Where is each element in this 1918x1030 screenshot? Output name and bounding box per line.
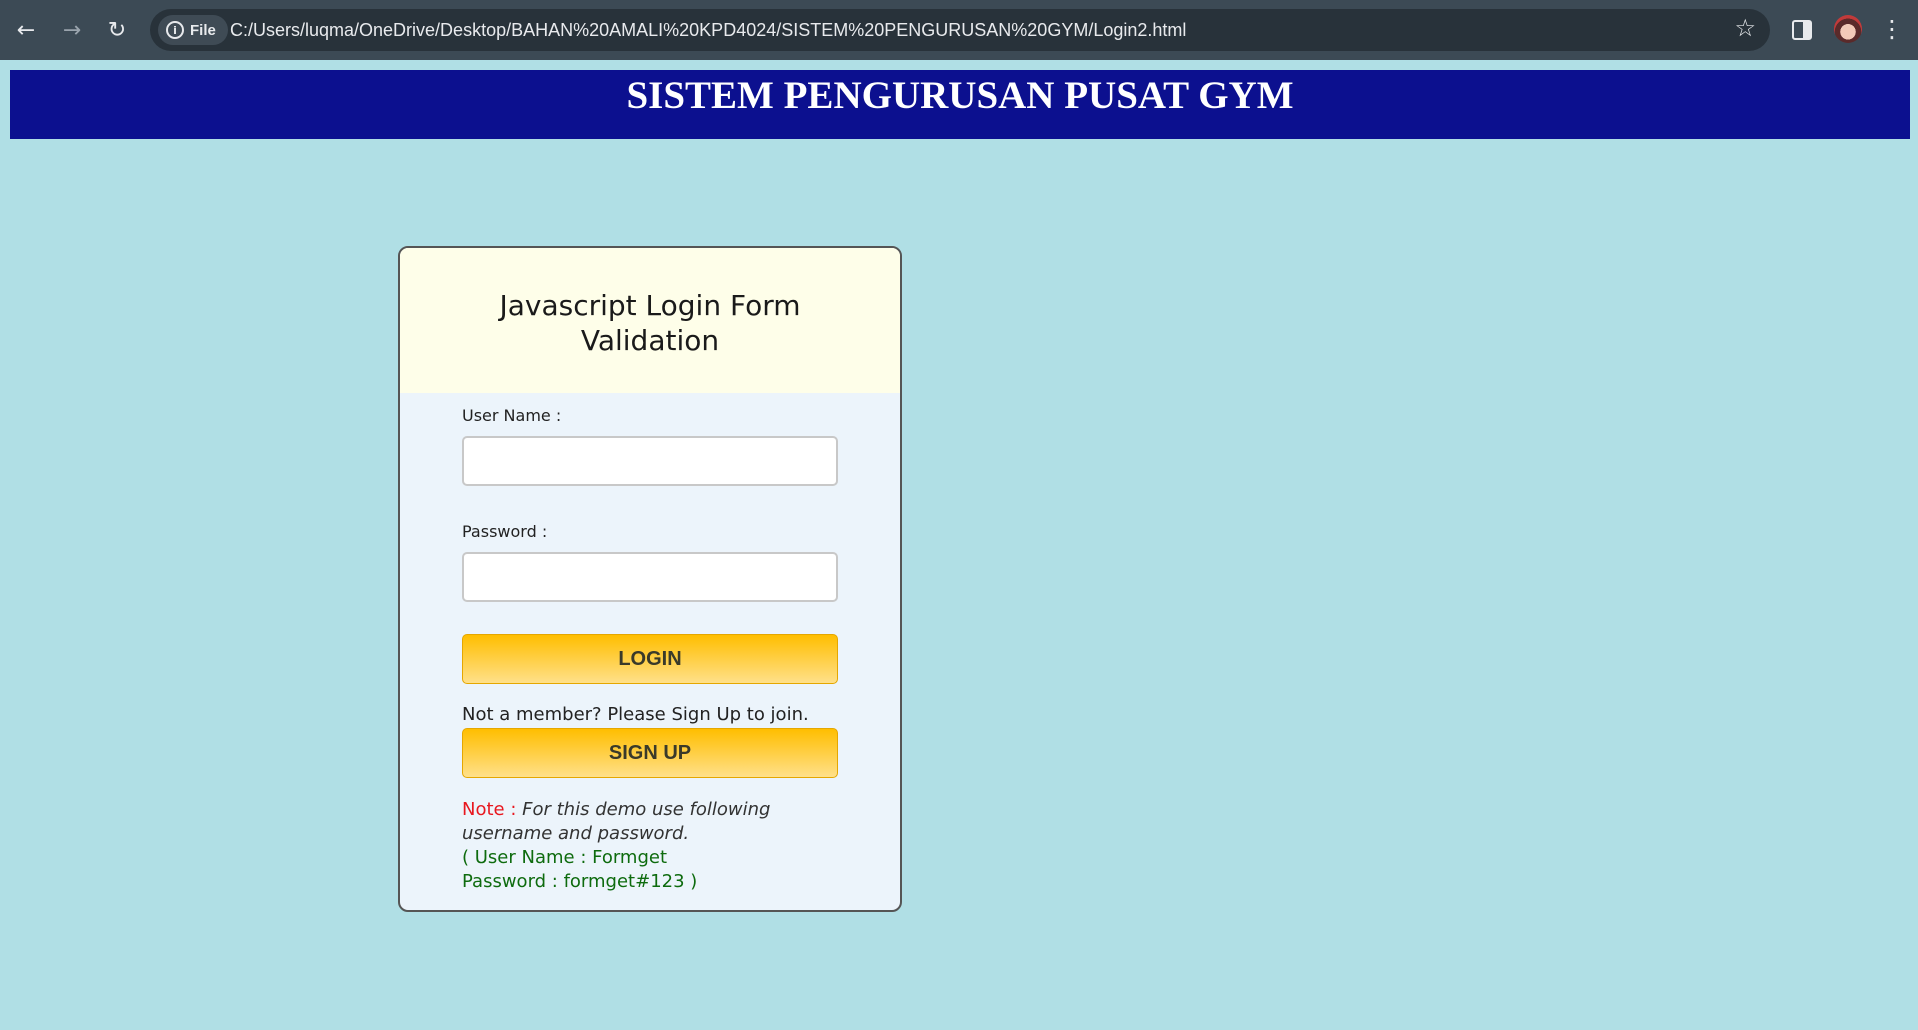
password-input[interactable] <box>462 552 838 602</box>
demo-note: Note : For this demo use following usern… <box>462 798 838 894</box>
login-button[interactable]: LOGIN <box>462 634 838 684</box>
credentials-line2: Password : formget#123 ) <box>462 871 698 892</box>
forward-arrow-icon[interactable]: → <box>54 12 90 48</box>
signup-button[interactable]: SIGN UP <box>462 728 838 778</box>
member-prompt: Not a member? Please Sign Up to join. <box>462 704 809 725</box>
side-panel-icon[interactable] <box>1792 20 1812 40</box>
back-arrow-icon[interactable]: ← <box>8 12 44 48</box>
browser-toolbar: ← → ↻ i File C:/Users/luqma/OneDrive/Des… <box>0 0 1918 60</box>
profile-avatar[interactable] <box>1834 15 1862 43</box>
page-title: SISTEM PENGURUSAN PUSAT GYM <box>626 74 1294 117</box>
url-text[interactable]: C:/Users/luqma/OneDrive/Desktop/BAHAN%20… <box>230 20 1186 41</box>
login-card-header: Javascript Login Form Validation <box>400 248 900 393</box>
header-banner: SISTEM PENGURUSAN PUSAT GYM <box>10 70 1910 139</box>
login-title-line2: Validation <box>580 323 720 357</box>
login-title-line1: Javascript Login Form <box>499 288 801 322</box>
login-title: Javascript Login Form Validation <box>499 284 800 358</box>
site-chip-label: File <box>190 21 216 39</box>
login-card: Javascript Login Form Validation User Na… <box>398 246 902 912</box>
password-label: Password : <box>462 522 548 541</box>
reload-icon[interactable]: ↻ <box>99 12 135 48</box>
username-input[interactable] <box>462 436 838 486</box>
address-bar[interactable]: i File C:/Users/luqma/OneDrive/Desktop/B… <box>150 9 1770 51</box>
site-info-chip[interactable]: i File <box>158 15 228 45</box>
info-icon: i <box>166 21 184 39</box>
username-label: User Name : <box>462 406 562 425</box>
note-label: Note : <box>462 799 517 820</box>
login-form: User Name : Password : LOGIN Not a membe… <box>462 406 838 894</box>
menu-icon[interactable]: ⋮ <box>1880 14 1904 44</box>
credentials-line1: ( User Name : Formget <box>462 847 668 868</box>
star-icon[interactable]: ☆ <box>1734 14 1756 42</box>
